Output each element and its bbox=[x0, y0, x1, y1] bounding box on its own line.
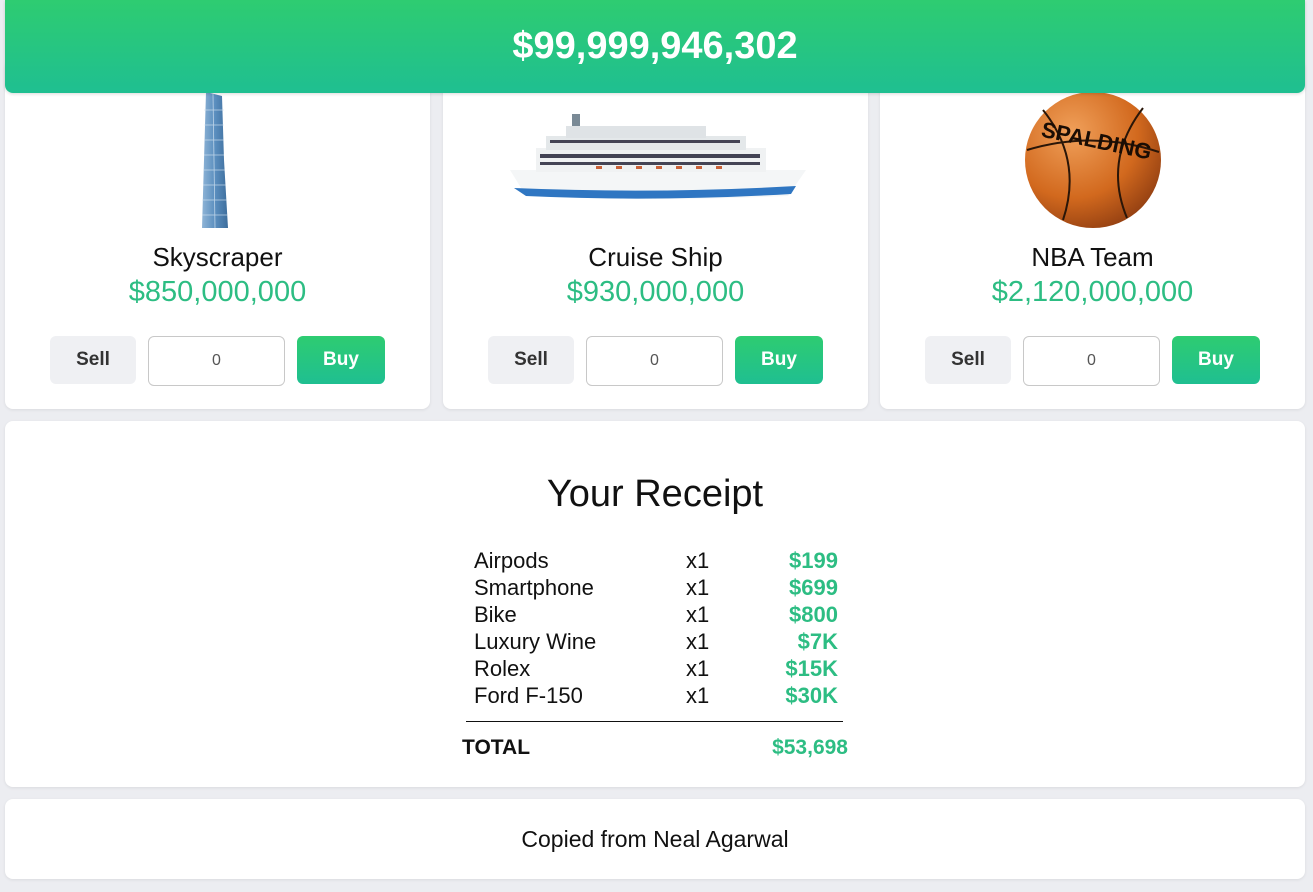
receipt-panel: Your Receipt Airpods x1 $199 Smartphone … bbox=[5, 421, 1305, 787]
quantity-input[interactable] bbox=[586, 336, 723, 386]
receipt-item-qty: x1 bbox=[686, 629, 710, 654]
receipt-item-name: Smartphone bbox=[474, 575, 594, 600]
receipt-item-price: $30K bbox=[785, 683, 838, 708]
receipt-item-name: Airpods bbox=[474, 548, 549, 573]
quantity-input[interactable] bbox=[148, 336, 285, 386]
money-balance: $99,999,946,302 bbox=[5, 0, 1305, 93]
skyscraper-image bbox=[5, 90, 430, 230]
receipt-item-name: Bike bbox=[474, 602, 517, 627]
receipt-item-price: $199 bbox=[789, 548, 838, 573]
receipt-row: Ford F-150 x1 $30K bbox=[474, 683, 838, 710]
receipt-list: Airpods x1 $199 Smartphone x1 $699 Bike … bbox=[474, 548, 838, 710]
receipt-row: Bike x1 $800 bbox=[474, 602, 838, 629]
receipt-row: Smartphone x1 $699 bbox=[474, 575, 838, 602]
receipt-item-qty: x1 bbox=[686, 575, 710, 600]
receipt-item-qty: x1 bbox=[686, 548, 710, 573]
sell-button[interactable]: Sell bbox=[925, 336, 1011, 384]
product-price: $930,000,000 bbox=[566, 276, 745, 308]
sell-button[interactable]: Sell bbox=[50, 336, 136, 384]
product-name: Cruise Ship bbox=[588, 242, 723, 272]
sell-button[interactable]: Sell bbox=[488, 336, 574, 384]
receipt-title: Your Receipt bbox=[546, 473, 764, 515]
receipt-item-qty: x1 bbox=[686, 656, 710, 681]
footer-credit: Copied from Neal Agarwal bbox=[5, 799, 1305, 879]
product-card-cruise-ship: Cruise Ship $930,000,000 Sell Buy bbox=[443, 60, 868, 409]
receipt-item-price: $800 bbox=[789, 602, 838, 627]
buy-button[interactable]: Buy bbox=[735, 336, 823, 384]
receipt-item-qty: x1 bbox=[686, 683, 710, 708]
receipt-divider bbox=[466, 721, 843, 722]
product-price: $850,000,000 bbox=[128, 276, 307, 308]
receipt-item-name: Ford F-150 bbox=[474, 683, 583, 708]
receipt-row: Rolex x1 $15K bbox=[474, 656, 838, 683]
receipt-total-value: $53,698 bbox=[772, 736, 848, 759]
product-name: Skyscraper bbox=[152, 242, 283, 272]
receipt-row: Airpods x1 $199 bbox=[474, 548, 838, 575]
quantity-input[interactable] bbox=[1023, 336, 1160, 386]
buy-button[interactable]: Buy bbox=[297, 336, 385, 384]
receipt-item-qty: x1 bbox=[686, 602, 710, 627]
receipt-row: Luxury Wine x1 $7K bbox=[474, 629, 838, 656]
cruise-ship-image bbox=[443, 90, 868, 230]
receipt-item-name: Rolex bbox=[474, 656, 531, 681]
product-card-skyscraper: Skyscraper $850,000,000 Sell Buy bbox=[5, 60, 430, 409]
receipt-total-label: TOTAL bbox=[462, 736, 531, 759]
buy-button[interactable]: Buy bbox=[1172, 336, 1260, 384]
receipt-item-price: $699 bbox=[789, 575, 838, 600]
basketball-image: SPALDING bbox=[880, 90, 1305, 230]
product-price: $2,120,000,000 bbox=[991, 276, 1194, 308]
receipt-item-price: $15K bbox=[785, 656, 838, 681]
receipt-item-price: $7K bbox=[797, 629, 838, 654]
receipt-item-name: Luxury Wine bbox=[474, 629, 597, 654]
product-card-nba-team: SPALDING NBA Team $2,120,000,000 Sell Bu… bbox=[880, 60, 1305, 409]
product-name: NBA Team bbox=[1031, 242, 1154, 272]
